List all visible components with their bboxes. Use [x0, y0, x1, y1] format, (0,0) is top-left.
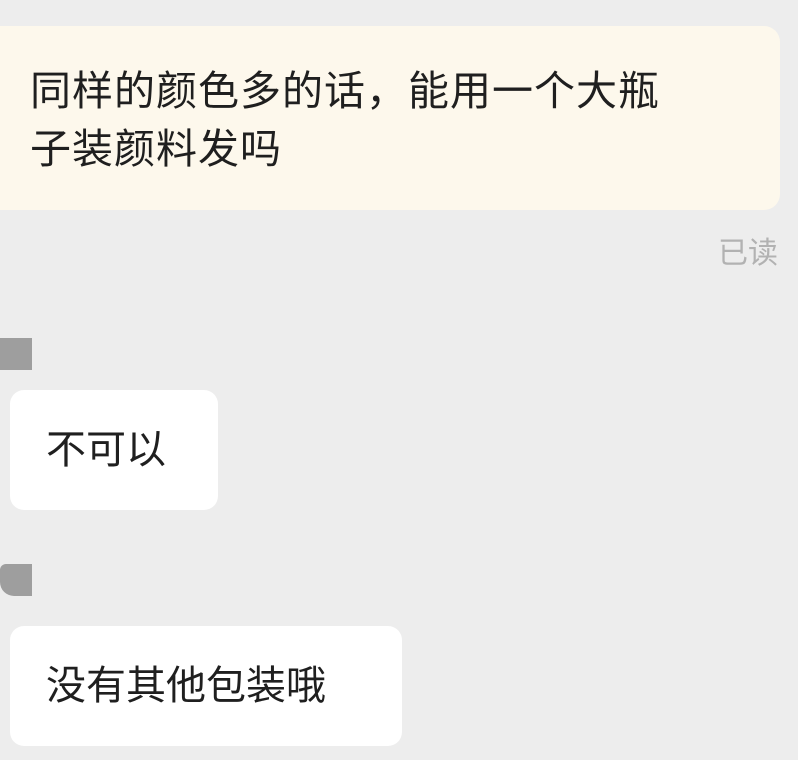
contact-avatar[interactable]: [0, 564, 32, 596]
sent-message-bubble[interactable]: 同样的颜色多的话，能用一个大瓶 子装颜料发吗: [0, 26, 780, 210]
sent-message-line-1: 同样的颜色多的话，能用一个大瓶: [30, 67, 660, 115]
received-message-bubble[interactable]: 没有其他包装哦: [10, 626, 402, 746]
received-message-text: 没有其他包装哦: [46, 663, 326, 709]
read-status-label: 已读: [718, 236, 778, 271]
sent-message-line-2: 子装颜料发吗: [30, 125, 282, 173]
received-message-bubble[interactable]: 不可以: [10, 390, 218, 510]
contact-avatar[interactable]: [0, 338, 32, 370]
received-message-text: 不可以: [46, 427, 166, 473]
